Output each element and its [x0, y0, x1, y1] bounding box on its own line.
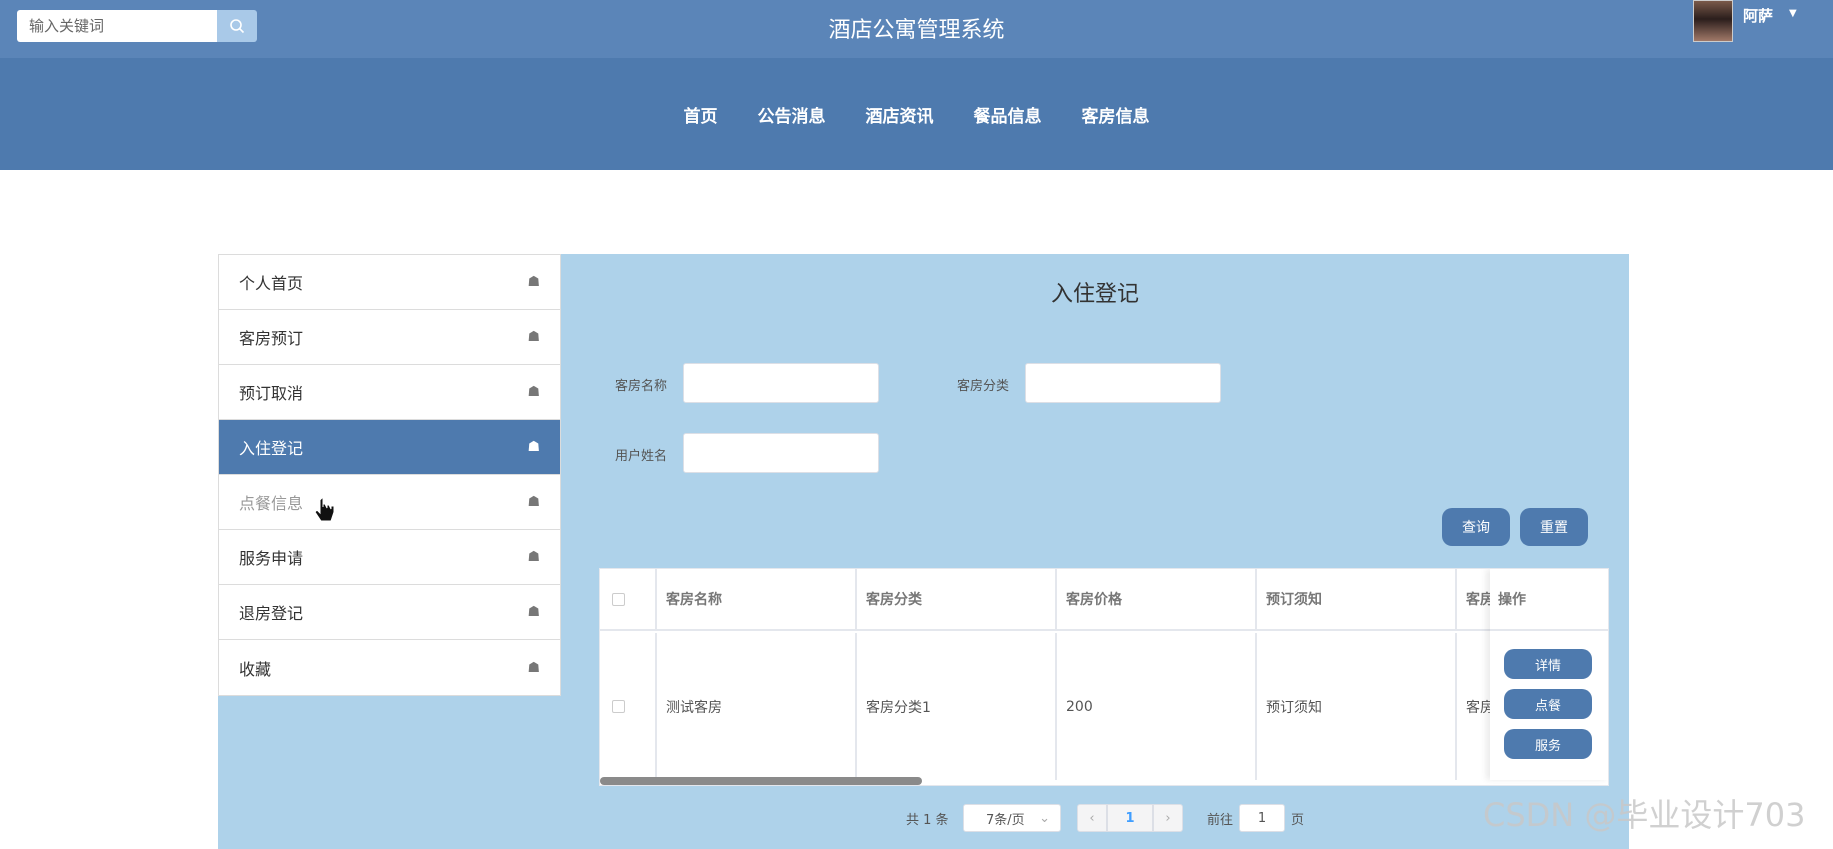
hand-cursor-icon: [314, 498, 335, 522]
caret-down-icon[interactable]: ▼: [1789, 8, 1797, 19]
page-size-box[interactable]: 7条/页 ⌄: [963, 804, 1061, 832]
nav-item-hotel-news[interactable]: 酒店资讯: [866, 102, 934, 127]
nav-item-home[interactable]: 首页: [684, 102, 718, 127]
row-checkbox[interactable]: [612, 700, 625, 713]
sidebar-item-room-booking[interactable]: 客房预订 ☗: [219, 310, 560, 365]
sidebar-item-favorites[interactable]: 收藏 ☗: [219, 640, 560, 695]
page-title: 入住登记: [1050, 282, 1139, 307]
nav-item-announcements[interactable]: 公告消息: [758, 102, 826, 127]
home-icon: ☗: [527, 439, 540, 455]
sidebar: 个人首页 ☗ 客房预订 ☗ 预订取消 ☗ 入住登记 ☗ 点餐信息 ☗ 服务申请 …: [218, 254, 561, 696]
home-icon: ☗: [527, 384, 540, 400]
table-cell: 测试客房: [657, 633, 857, 780]
pagination-total: 共 1 条: [906, 812, 949, 828]
table-row: 测试客房 客房分类1 200 预订须知 客房: [600, 633, 1607, 780]
nav-item-rooms[interactable]: 客房信息: [1082, 102, 1150, 127]
app-title: 酒店公寓管理系统: [828, 18, 1005, 43]
chevron-down-icon: ⌄: [1039, 810, 1050, 826]
page-number-button[interactable]: 1: [1107, 804, 1153, 832]
watermark: CSDN @毕业设计703: [1483, 796, 1806, 834]
room-type-input[interactable]: [1025, 363, 1221, 403]
sidebar-item-label: 预订取消: [239, 384, 304, 403]
pagination-prev[interactable]: ‹: [1077, 804, 1107, 832]
page-suffix-label: 页: [1291, 812, 1305, 828]
table-cell: 客房分类1: [857, 633, 1057, 780]
service-button[interactable]: 服务: [1504, 729, 1592, 759]
reset-button[interactable]: 重置: [1520, 508, 1588, 546]
avatar[interactable]: [1693, 0, 1733, 42]
user-name-input[interactable]: [683, 433, 879, 473]
sidebar-item-label: 入住登记: [239, 439, 304, 458]
home-icon: ☗: [527, 549, 540, 565]
pagination: 共 1 条: [906, 804, 949, 832]
user-name-label: 用户姓名: [615, 449, 668, 464]
table-header-cell: 客房名称: [657, 569, 857, 629]
goto-label: 前往: [1207, 812, 1234, 828]
top-bar: 酒店公寓管理系统 阿萨 ▼: [0, 0, 1833, 58]
select-all-checkbox[interactable]: [612, 592, 625, 606]
home-icon: ☗: [527, 604, 540, 620]
table-header-actions: 操作: [1490, 569, 1608, 631]
table-header-checkbox-cell: [600, 569, 657, 629]
room-name-label: 客房名称: [615, 379, 668, 394]
room-name-input[interactable]: [683, 363, 879, 403]
prev-page-button[interactable]: ‹: [1077, 804, 1107, 832]
username[interactable]: 阿萨: [1743, 5, 1773, 26]
sidebar-item-label: 点餐信息: [239, 494, 304, 513]
pagination-current[interactable]: 1: [1107, 804, 1153, 832]
sidebar-item-check-out[interactable]: 退房登记 ☗: [219, 585, 560, 640]
room-type-label: 客房分类: [957, 379, 1010, 394]
page-size-value: 7条/页: [986, 812, 1025, 828]
home-icon: ☗: [527, 659, 540, 676]
pagination-goto: 前往 页: [1207, 804, 1304, 832]
table-horizontal-scrollbar[interactable]: [600, 777, 922, 785]
user-menu[interactable]: 阿萨 ▼: [1693, 0, 1797, 44]
sidebar-item-booking-cancel[interactable]: 预订取消 ☗: [219, 365, 560, 420]
checkin-table: 客房名称 客房分类 客房价格 预订须知 客房 测试客房 客房分类1 200 预订…: [599, 568, 1609, 786]
table-cell: 200: [1057, 633, 1257, 780]
details-button[interactable]: 详情: [1504, 649, 1592, 679]
home-icon: ☗: [527, 274, 540, 290]
main-nav: 首页 公告消息 酒店资讯 餐品信息 客房信息: [0, 58, 1833, 170]
home-icon: ☗: [527, 494, 540, 510]
sidebar-item-label: 个人首页: [239, 274, 304, 293]
sidebar-item-profile[interactable]: 个人首页 ☗: [219, 255, 560, 310]
pagination-next[interactable]: ›: [1153, 804, 1183, 832]
sidebar-item-meal-orders[interactable]: 点餐信息 ☗: [219, 475, 560, 530]
sidebar-item-service-request[interactable]: 服务申请 ☗: [219, 530, 560, 585]
sidebar-item-label: 客房预订: [239, 329, 304, 348]
order-meal-button[interactable]: 点餐: [1504, 689, 1592, 719]
table-row-checkbox-cell: [600, 633, 657, 780]
search-query-button[interactable]: 查询: [1442, 508, 1510, 546]
goto-page-input[interactable]: [1239, 804, 1286, 832]
sidebar-item-label: 退房登记: [239, 604, 304, 623]
table-header-cell: 预订须知: [1257, 569, 1457, 629]
sidebar-item-label: 服务申请: [239, 549, 304, 568]
table-actions-column: 操作 详情 点餐 服务: [1490, 569, 1608, 780]
table-header-row: 客房名称 客房分类 客房价格 预订须知 客房: [600, 569, 1607, 631]
nav-item-meals[interactable]: 餐品信息: [974, 102, 1042, 127]
next-page-button[interactable]: ›: [1153, 804, 1183, 832]
page-size-select[interactable]: 7条/页 ⌄: [963, 804, 1061, 832]
home-icon: ☗: [527, 329, 540, 345]
table-cell: 预订须知: [1257, 633, 1457, 780]
table-header-cell: 客房价格: [1057, 569, 1257, 629]
sidebar-item-check-in[interactable]: 入住登记 ☗: [219, 420, 560, 475]
sidebar-item-label: 收藏: [239, 659, 272, 679]
table-header-cell: 客房分类: [857, 569, 1057, 629]
